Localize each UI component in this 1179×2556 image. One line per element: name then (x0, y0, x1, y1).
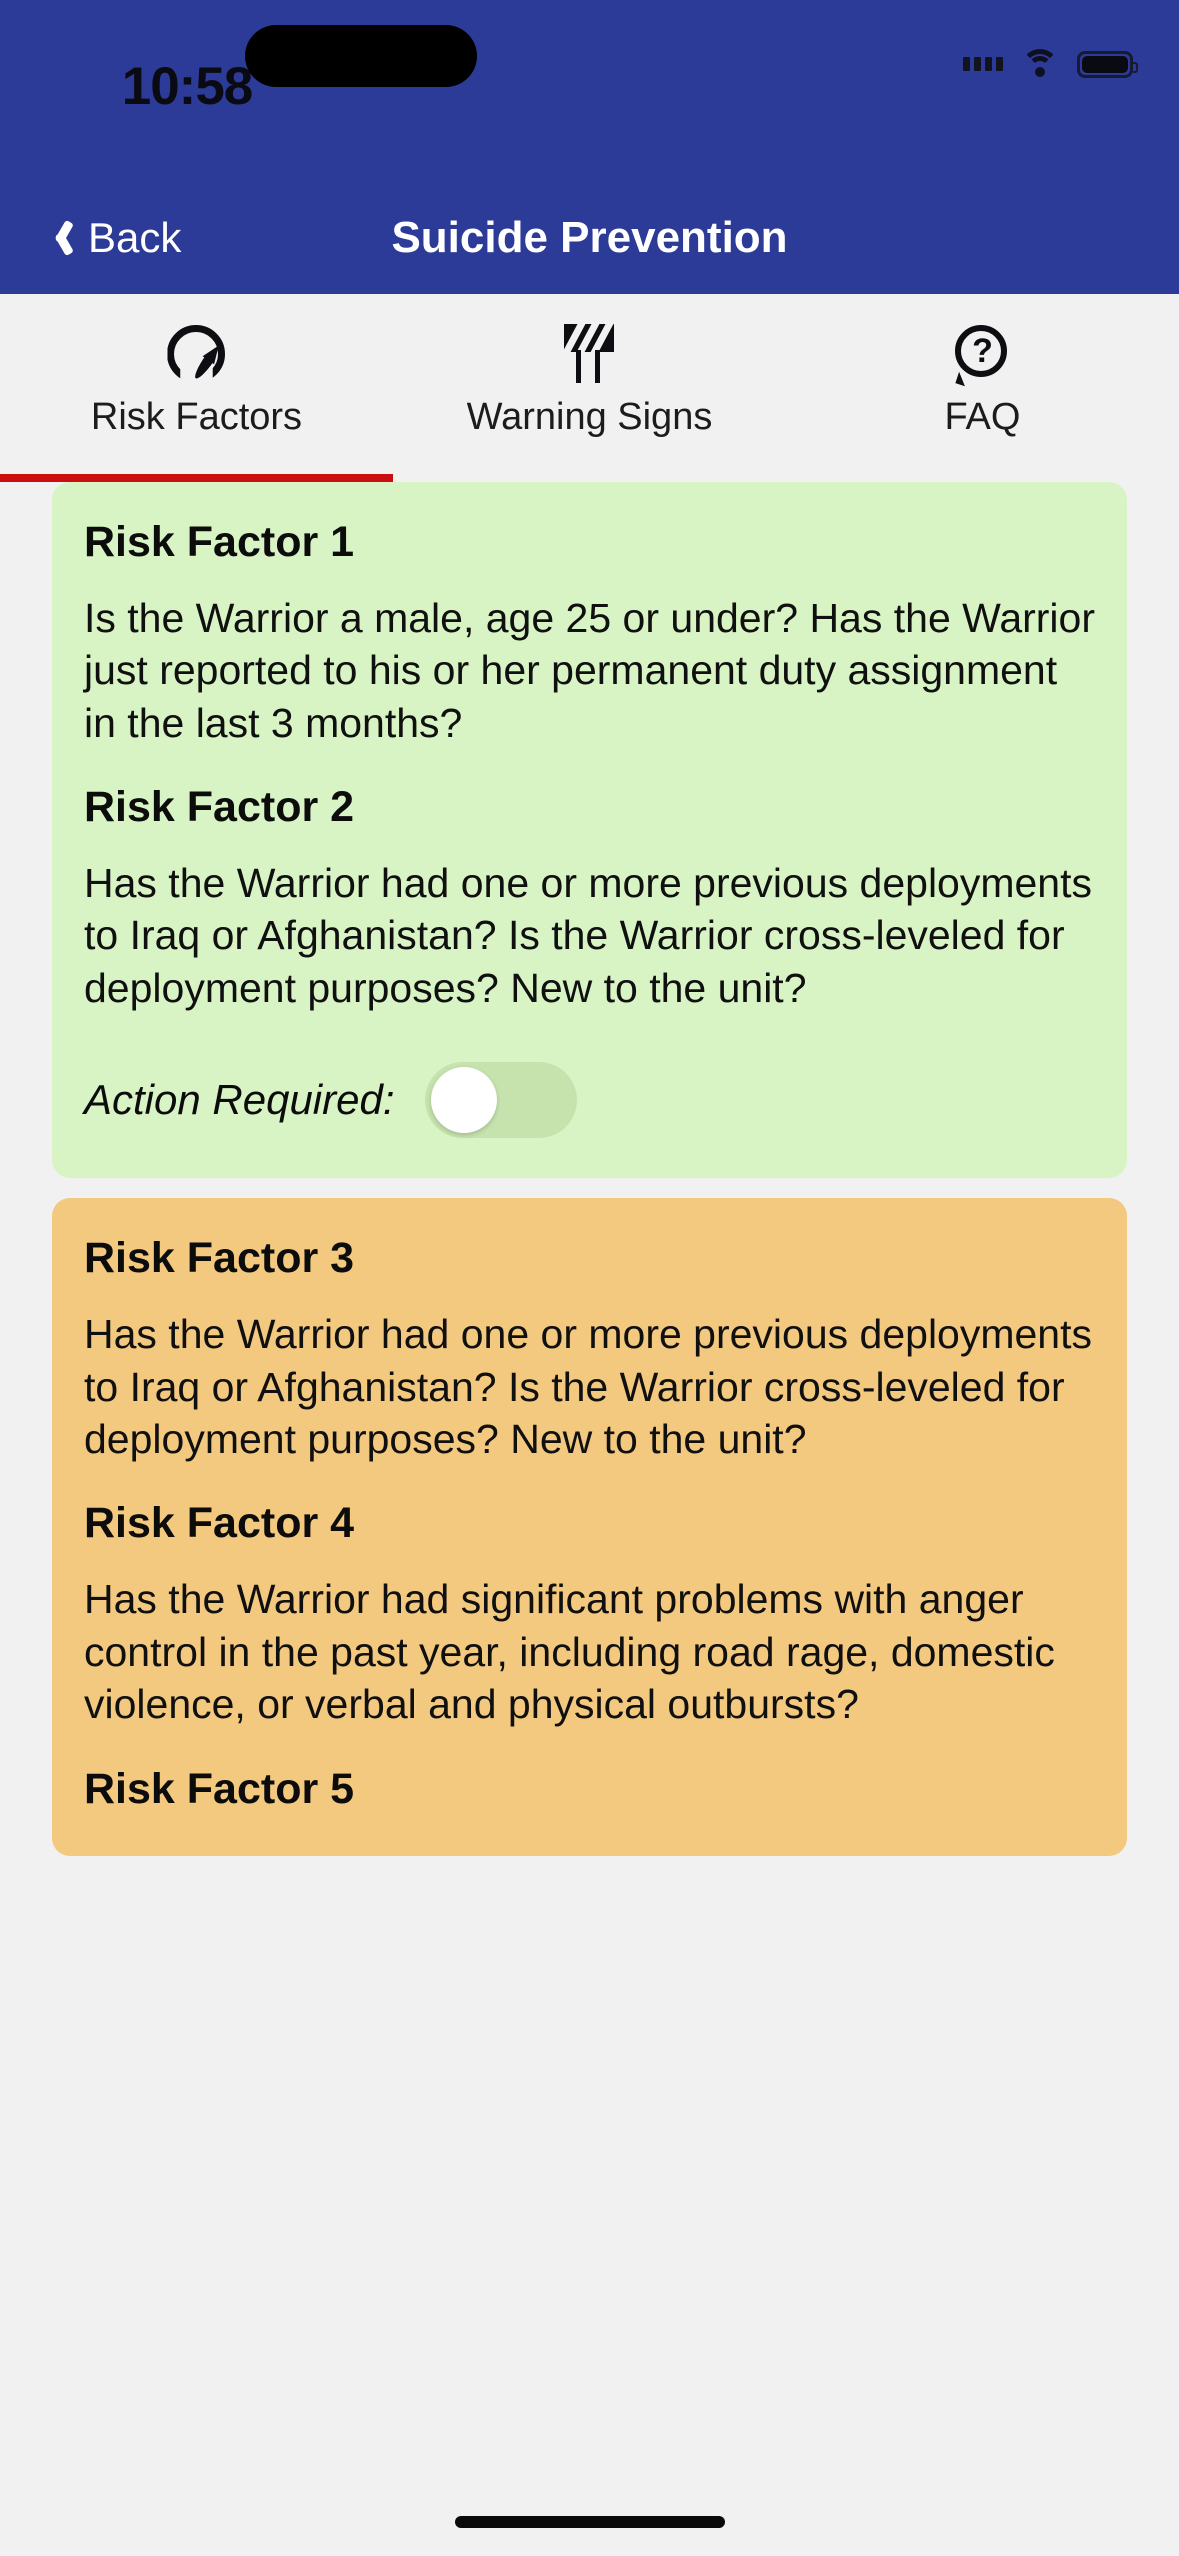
risk-factor-title: Risk Factor 3 (84, 1234, 355, 1283)
risk-factors-list: Risk Factor 1 Is the Warrior a male, age… (0, 482, 1179, 2556)
status-bar-indicators (963, 40, 1138, 88)
gauge-icon (167, 322, 226, 386)
action-required-label: Action Required: (84, 1076, 395, 1124)
risk-factor-body: Has the Warrior had one or more previous… (84, 859, 1093, 1011)
risk-factor-body: Has the Warrior had significant problems… (84, 1576, 1055, 1728)
wifi-icon (1020, 49, 1060, 79)
action-required-toggle[interactable] (424, 1062, 577, 1139)
dynamic-island (245, 25, 477, 87)
risk-factor-title: Risk Factor 5 (84, 1764, 355, 1813)
risk-factor-title: Risk Factor 1 (84, 518, 355, 566)
tab-active-indicator (0, 474, 393, 482)
tab-faq-label: FAQ (944, 396, 1021, 438)
risk-factor-title: Risk Factor 4 (84, 1499, 355, 1548)
tab-warning-signs-label: Warning Signs (466, 396, 713, 438)
risk-factor-body: Is the Warrior a male, age 25 or under? … (84, 594, 1095, 746)
content-scroll-area[interactable]: Risk Factor 1 Is the Warrior a male, age… (0, 482, 1179, 2556)
phone-screen: 10:58 Back Suicide Prevention Risk Facto… (0, 0, 1179, 2556)
risk-factor-card-green[interactable]: Risk Factor 1 Is the Warrior a male, age… (52, 482, 1127, 1179)
signal-dots-icon (963, 57, 1003, 71)
battery-icon (1077, 50, 1138, 78)
risk-factor-card-orange[interactable]: Risk Factor 3 Has the Warrior had one or… (52, 1198, 1127, 1857)
page-title: Suicide Prevention (391, 213, 788, 262)
tab-bar: Risk Factors Warning Signs ? FAQ (0, 294, 1179, 482)
tab-risk-factors[interactable]: Risk Factors (0, 294, 393, 482)
risk-factor-body: Has the Warrior had one or more previous… (84, 1311, 1093, 1462)
barricade-icon (560, 322, 618, 386)
home-indicator[interactable] (454, 2516, 725, 2528)
tab-warning-signs[interactable]: Warning Signs (393, 294, 786, 482)
status-bar: 10:58 (0, 0, 1179, 182)
question-mark-glyph: ? (972, 332, 993, 370)
navigation-bar: Back Suicide Prevention (0, 182, 1179, 294)
question-bubble-icon: ? (953, 322, 1011, 387)
action-required-row: Action Required: (84, 1062, 1095, 1139)
toggle-knob (430, 1067, 497, 1134)
tab-risk-factors-label: Risk Factors (90, 396, 303, 438)
risk-factor-title: Risk Factor 2 (84, 783, 355, 832)
tab-faq[interactable]: ? FAQ (786, 294, 1179, 482)
